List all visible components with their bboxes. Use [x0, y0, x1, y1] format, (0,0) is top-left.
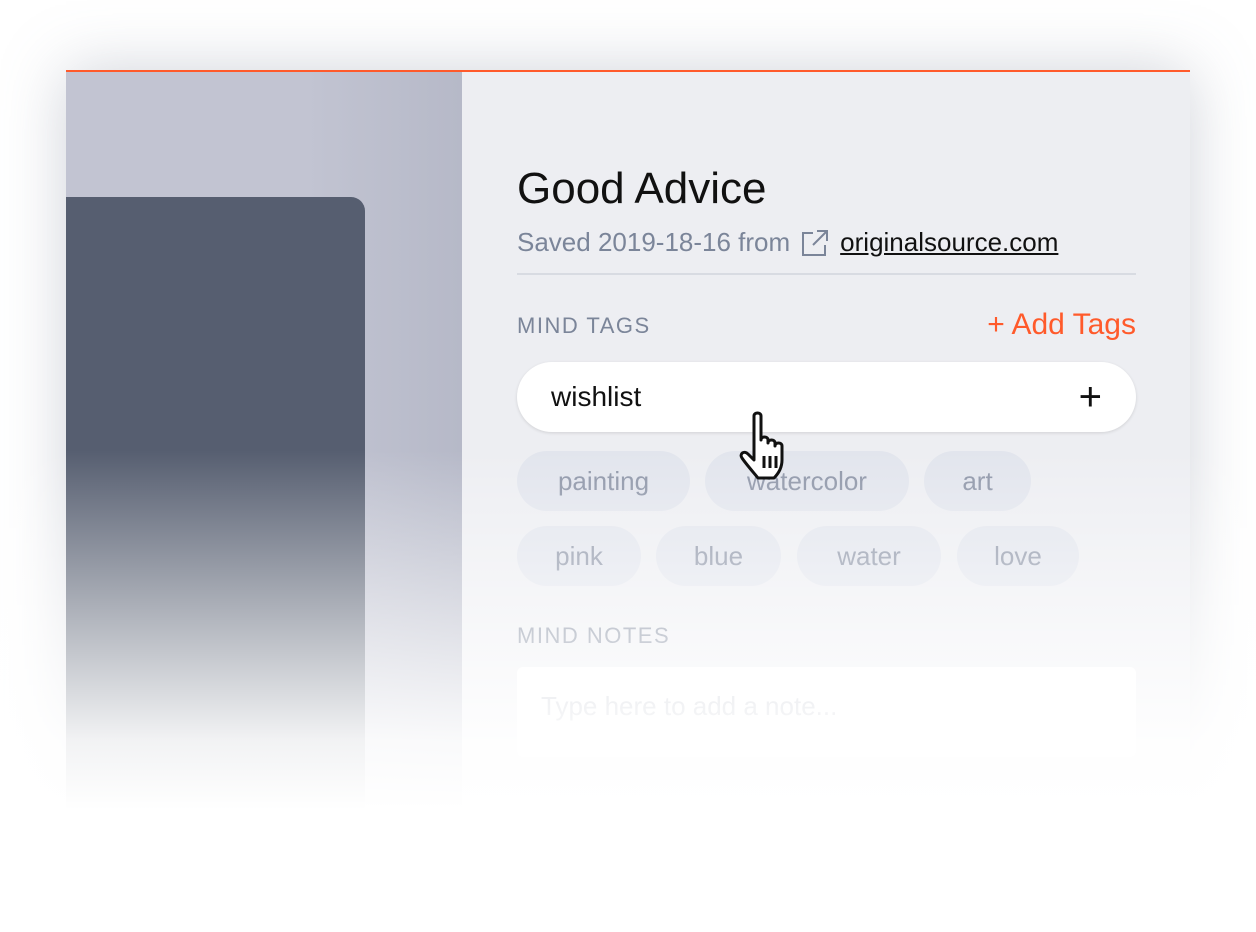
saved-info: Saved 2019-18-16 from originalsource.com — [517, 227, 1058, 258]
mind-notes-label: MIND NOTES — [517, 623, 671, 648]
saved-text: Saved 2019-18-16 from — [517, 227, 791, 257]
image-preview[interactable] — [66, 197, 365, 897]
tag-chip[interactable]: blue — [656, 526, 781, 586]
item-title: Good Advice — [517, 164, 767, 213]
tag-chip[interactable]: love — [957, 526, 1079, 586]
plus-icon[interactable]: + — [1079, 377, 1102, 417]
preview-pane — [66, 72, 462, 897]
tag-input-value[interactable]: wishlist — [551, 381, 1079, 413]
hand-pointer-cursor-icon — [739, 411, 784, 480]
tag-chip[interactable]: pink — [517, 526, 641, 586]
add-tags-button[interactable]: + Add Tags — [987, 308, 1136, 342]
tag-chip[interactable]: water — [797, 526, 941, 586]
tag-input[interactable]: wishlist + — [517, 362, 1136, 432]
source-link[interactable]: originalsource.com — [840, 227, 1058, 258]
mind-tags-label: MIND TAGS — [517, 313, 651, 338]
note-input[interactable]: Type here to add a note... — [517, 667, 1136, 757]
tag-chip[interactable]: painting — [517, 451, 690, 511]
divider — [517, 273, 1136, 275]
external-link-icon — [802, 229, 829, 256]
tag-chip[interactable]: art — [924, 451, 1031, 511]
